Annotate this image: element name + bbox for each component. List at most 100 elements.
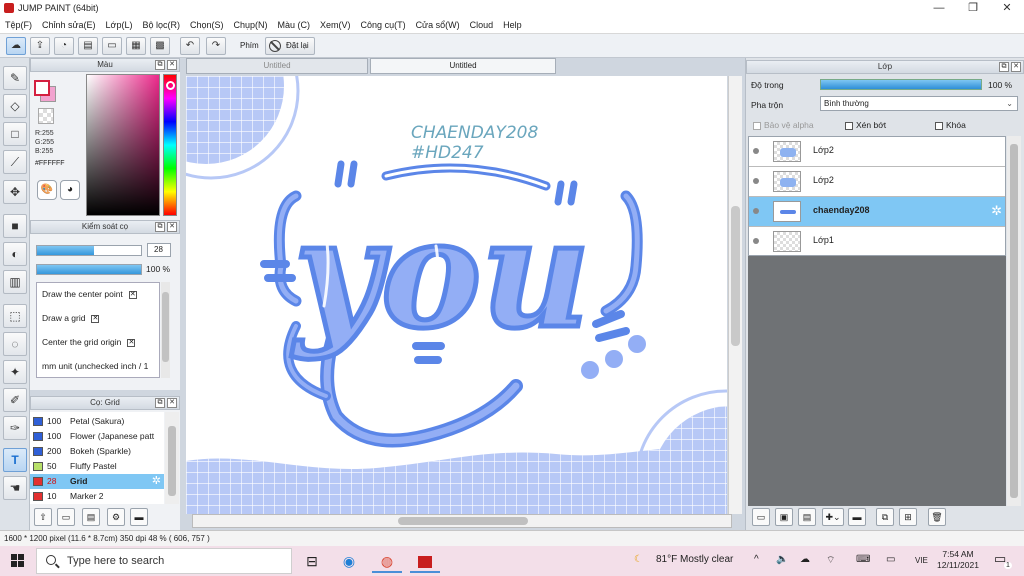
brush-preset-item[interactable]: 200 Bokeh (Sparkle): [30, 444, 164, 459]
eye-icon[interactable]: [753, 208, 759, 214]
line-tool-icon[interactable]: ⟋: [3, 150, 27, 174]
drawing-canvas[interactable]: CHAENDAY208 #HD247 you: [186, 76, 727, 514]
hue-slider[interactable]: [163, 74, 177, 216]
alpha-protect-option[interactable]: Bảo vệ alpha: [753, 120, 814, 130]
edge-browser-icon[interactable]: ◉: [334, 549, 364, 573]
option-checkbox[interactable]: ✕: [127, 338, 136, 347]
weather-text[interactable]: 81°F Mostly clear: [656, 554, 733, 565]
fill-tool-icon[interactable]: ◐: [3, 242, 27, 266]
undo-button[interactable]: ↶: [180, 37, 200, 55]
folder-icon[interactable]: ▬: [848, 508, 866, 526]
option-mm-unit[interactable]: mm unit (unchecked inch / 1: [42, 361, 148, 371]
eye-icon[interactable]: [753, 148, 759, 154]
scroll-thumb[interactable]: [731, 206, 740, 346]
doc-tab[interactable]: Untitled: [186, 58, 368, 74]
select-pen-tool-icon[interactable]: ✐: [3, 388, 27, 412]
chrome-icon[interactable]: ◍: [372, 549, 402, 573]
text-tool-icon[interactable]: T: [3, 448, 27, 472]
new-brush-icon[interactable]: ▭: [57, 508, 75, 526]
taskbar-search-input[interactable]: Type here to search: [36, 548, 292, 574]
shape-tool-icon[interactable]: □: [3, 122, 27, 146]
maximize-button[interactable]: ❐: [956, 0, 990, 16]
layer-opacity-slider[interactable]: [820, 79, 982, 90]
menu-cloud[interactable]: Cloud: [465, 16, 499, 34]
menu-layer[interactable]: Lớp(L): [101, 16, 138, 34]
gradient-tool-icon[interactable]: ▥: [3, 270, 27, 294]
brush-size-slider[interactable]: [36, 245, 142, 256]
brush-opacity-slider[interactable]: [36, 264, 142, 275]
blend-mode-select[interactable]: Bình thường ⌄: [820, 96, 1018, 111]
pen-tool-icon[interactable]: ✎: [3, 66, 27, 90]
float-icon[interactable]: ⧉: [155, 60, 165, 70]
brush-settings-icon[interactable]: ⚙: [107, 508, 125, 526]
option-center-point[interactable]: Draw the center point ✕: [42, 289, 137, 299]
option-checkbox[interactable]: ✕: [128, 290, 137, 299]
redo-button[interactable]: ↷: [206, 37, 226, 55]
layer-row-selected[interactable]: chaenday208 ✲: [749, 197, 1005, 227]
palette-icon[interactable]: 🎨: [37, 180, 57, 200]
select-eraser-tool-icon[interactable]: ✑: [3, 416, 27, 440]
brush-preset-scrollbar[interactable]: [165, 412, 179, 504]
menu-color[interactable]: Màu (C): [273, 16, 316, 34]
option-center-grid[interactable]: Center the grid origin ✕: [42, 337, 136, 347]
menu-filter[interactable]: Bộ lọc(R): [137, 16, 185, 34]
magic-wand-tool-icon[interactable]: ✦: [3, 360, 27, 384]
layout-button[interactable]: ▩: [150, 37, 170, 55]
close-panel-icon[interactable]: ✕: [167, 60, 177, 70]
brush-size-input[interactable]: 28: [147, 243, 171, 257]
eye-icon[interactable]: [753, 178, 759, 184]
menu-window[interactable]: Cửa sổ(W): [411, 16, 465, 34]
layer-row[interactable]: Lớp2: [749, 167, 1005, 197]
reset-button[interactable]: Đặt lại: [265, 37, 315, 55]
menu-tools[interactable]: Công cụ(T): [356, 16, 411, 34]
option-draw-grid[interactable]: Draw a grid ✕: [42, 313, 100, 323]
add-layer-menu-icon[interactable]: ✚⌄: [822, 508, 844, 526]
message-button[interactable]: ▤: [78, 37, 98, 55]
brush-preset-item[interactable]: 10 Marker 2: [30, 489, 164, 504]
brush-preset-item[interactable]: 100 Petal (Sakura): [30, 414, 164, 429]
language-indicator[interactable]: VIE: [915, 556, 928, 565]
layer-scrollbar[interactable]: [1007, 136, 1021, 506]
cloud-sync-button[interactable]: ☁: [6, 37, 26, 55]
scroll-thumb[interactable]: [398, 517, 528, 525]
gear-icon[interactable]: ✲: [991, 203, 1002, 219]
scroll-thumb[interactable]: [1010, 144, 1018, 498]
lock-option[interactable]: Khóa: [935, 120, 966, 130]
float-icon[interactable]: ⧉: [155, 222, 165, 232]
merge-layer-icon[interactable]: ⊞: [899, 508, 917, 526]
task-view-icon[interactable]: ⊟: [297, 549, 327, 573]
color-picker-icon[interactable]: ◕: [60, 180, 80, 200]
delete-layer-icon[interactable]: 🗑: [928, 508, 946, 526]
gear-icon[interactable]: ✲: [152, 474, 161, 489]
move-tool-icon[interactable]: ✥: [3, 180, 27, 204]
select-rect-tool-icon[interactable]: ⬚: [3, 304, 27, 328]
float-icon[interactable]: ⧉: [999, 62, 1009, 72]
display-icon[interactable]: ▭: [886, 554, 895, 565]
lasso-tool-icon[interactable]: ◌: [3, 332, 27, 356]
brush-menu-icon[interactable]: ▤: [82, 508, 100, 526]
canvas-vertical-scrollbar[interactable]: [728, 76, 742, 514]
menu-edit[interactable]: Chỉnh sửa(E): [37, 16, 101, 34]
clip-checkbox[interactable]: [845, 121, 853, 130]
clip-option[interactable]: Xén bớt: [845, 120, 886, 130]
menu-help[interactable]: Help: [498, 16, 527, 34]
foreground-color-swatch[interactable]: [34, 80, 50, 96]
saturation-value-picker[interactable]: [86, 74, 160, 216]
close-button[interactable]: ✕: [990, 0, 1024, 16]
brush-preset-item[interactable]: 100 Flower (Japanese patt: [30, 429, 164, 444]
brush-options-scrollbar[interactable]: [161, 282, 170, 378]
rectangle-tool-icon[interactable]: ■: [3, 214, 27, 238]
page-button[interactable]: ▦: [126, 37, 146, 55]
transparent-color-swatch[interactable]: [38, 108, 54, 124]
jump-paint-taskbar-icon[interactable]: [410, 549, 440, 573]
document-button[interactable]: ▭: [102, 37, 122, 55]
alpha-protect-checkbox[interactable]: [753, 121, 761, 130]
close-panel-icon[interactable]: ✕: [167, 222, 177, 232]
menu-view[interactable]: Xem(V): [315, 16, 356, 34]
hue-handle[interactable]: [166, 81, 175, 90]
brush-preset-item-selected[interactable]: 28 Grid ✲: [30, 474, 164, 489]
duplicate-layer-icon[interactable]: ⧉: [876, 508, 894, 526]
brush-folder-icon[interactable]: ▬: [130, 508, 148, 526]
eraser-tool-icon[interactable]: ◇: [3, 94, 27, 118]
onedrive-icon[interactable]: ☁: [800, 554, 810, 565]
